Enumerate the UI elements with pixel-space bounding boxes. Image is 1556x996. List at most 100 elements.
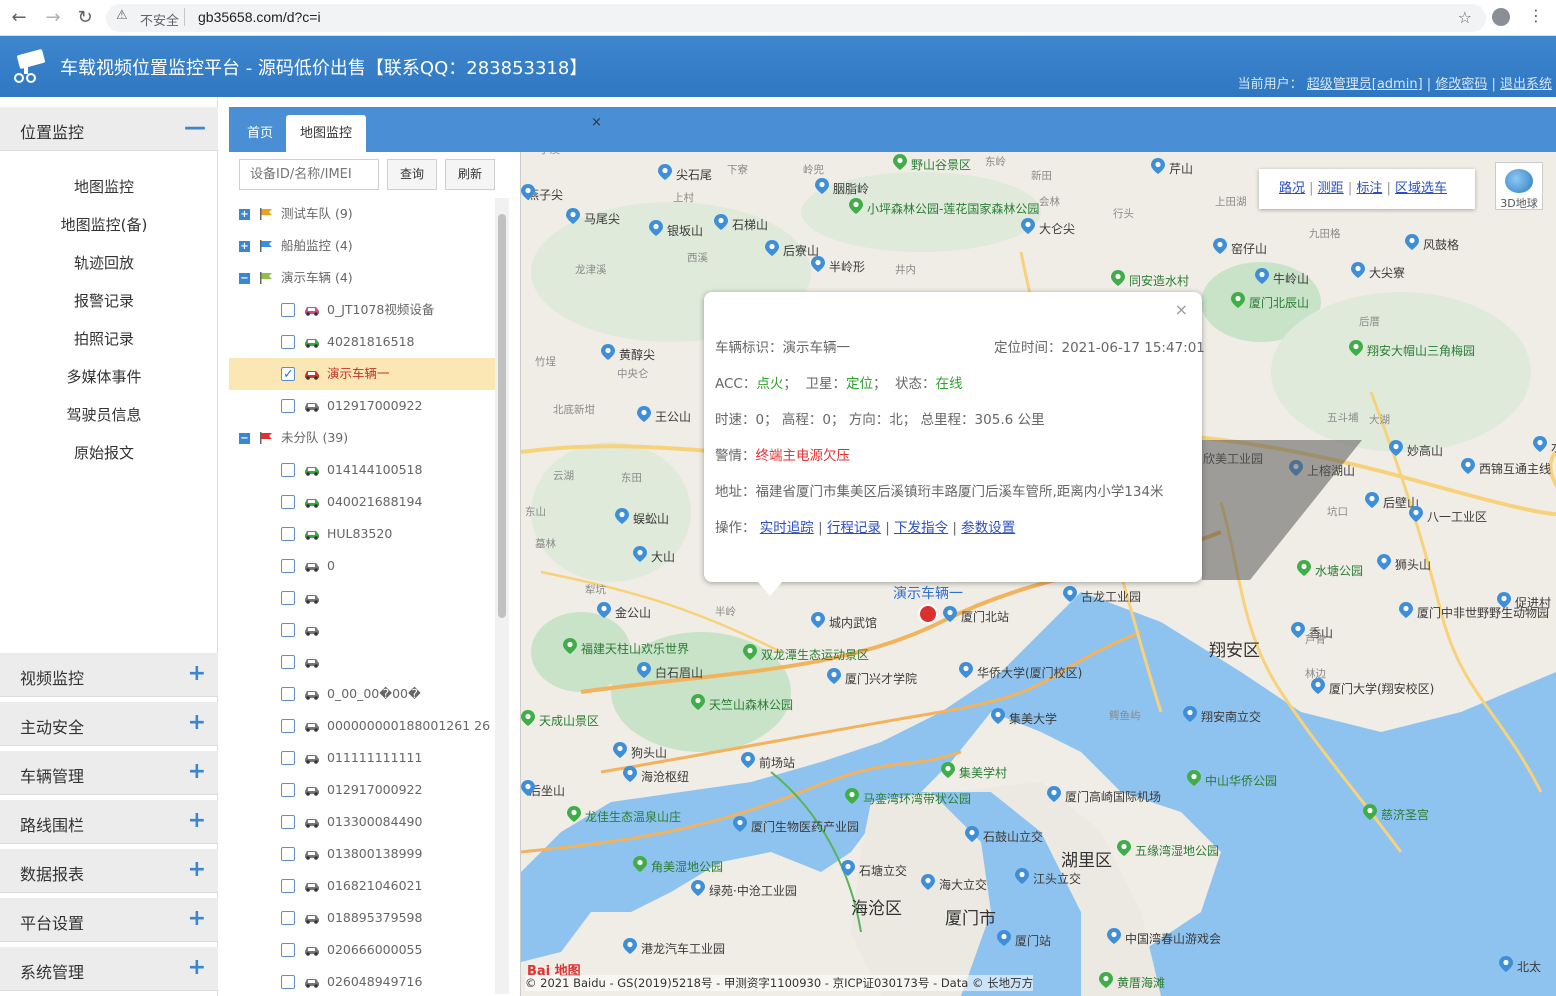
park-pin-icon[interactable] [563,638,577,654]
change-password-link[interactable]: 修改密码 [1435,77,1487,92]
tree-vehicle[interactable]: 012917000922 [229,774,495,806]
poi-pin-icon[interactable] [965,826,979,842]
expand-icon[interactable]: + [188,759,206,784]
area-select-link[interactable]: 区域选车 [1395,181,1447,196]
vehicle-checkbox[interactable] [281,783,295,797]
tree-vehicle[interactable]: 013300084490 [229,806,495,838]
warning-icon[interactable]: ⚠ [116,8,128,23]
poi-pin-icon[interactable] [765,240,779,256]
scrollbar-thumb[interactable] [498,214,506,618]
poi-pin-icon[interactable] [733,816,747,832]
forward-icon[interactable]: → [42,7,64,29]
vehicle-checkbox[interactable] [281,911,295,925]
expand-icon[interactable]: + [188,808,206,833]
poi-pin-icon[interactable] [615,508,629,524]
poi-pin-icon[interactable] [623,766,637,782]
tree-group[interactable]: − 未分队 (39) [229,422,495,454]
url-text[interactable]: gb35658.com/d?c=i [198,9,321,25]
vehicle-checkbox[interactable] [281,751,295,765]
collapse-icon[interactable]: — [184,115,206,140]
tree-vehicle[interactable] [229,614,495,646]
poi-pin-icon[interactable] [811,612,825,628]
poi-pin-icon[interactable] [991,708,1005,724]
expand-icon[interactable]: + [188,955,206,980]
tree-vehicle[interactable]: 0_JT1078视频设备 [229,294,495,326]
profile-avatar-icon[interactable] [1492,8,1510,26]
collapse-icon[interactable]: − [239,273,250,284]
park-pin-icon[interactable] [567,806,581,822]
sidebar-group[interactable]: 视频监控 + [0,653,218,697]
poi-pin-icon[interactable] [521,780,535,796]
poi-pin-icon[interactable] [827,668,841,684]
vehicle-checkbox[interactable] [281,719,295,733]
poi-pin-icon[interactable] [841,860,855,876]
vehicle-checkbox[interactable] [281,463,295,477]
tree-vehicle[interactable]: 011111111111 [229,742,495,774]
vehicle-checkbox[interactable] [281,303,295,317]
poi-pin-icon[interactable] [714,214,728,230]
poi-pin-icon[interactable] [815,178,829,194]
poi-pin-icon[interactable] [1021,218,1035,234]
poi-pin-icon[interactable] [1405,234,1419,250]
vehicle-checkbox[interactable] [281,591,295,605]
insecure-label[interactable]: 不安全 [140,10,179,29]
poi-pin-icon[interactable] [1389,440,1403,456]
sidebar-item[interactable]: 驾驶员信息 [0,396,208,434]
realtime-track-link[interactable]: 实时追踪 [760,520,814,536]
vehicle-checkbox[interactable] [281,847,295,861]
vehicle-checkbox[interactable] [281,495,295,509]
tab-map-monitor[interactable]: 地图监控 [286,115,367,152]
vehicle-marker-icon[interactable] [918,604,938,624]
sidebar-group[interactable]: 路线围栏 + [0,800,218,844]
refresh-button[interactable]: 刷新 [445,159,495,190]
poi-pin-icon[interactable] [1047,786,1061,802]
poi-pin-icon[interactable] [1377,554,1391,570]
sidebar-group[interactable]: 系统管理 + [0,947,218,991]
query-button[interactable]: 查询 [387,159,437,190]
device-search-input[interactable] [239,159,379,190]
poi-pin-icon[interactable] [613,742,627,758]
vehicle-checkbox[interactable] [281,687,295,701]
poi-pin-icon[interactable] [811,256,825,272]
poi-pin-icon[interactable] [1213,238,1227,254]
poi-pin-icon[interactable] [1291,622,1305,638]
poi-pin-icon[interactable] [1365,492,1379,508]
park-pin-icon[interactable] [1099,972,1113,988]
back-icon[interactable]: ← [8,7,30,29]
park-pin-icon[interactable] [743,644,757,660]
sidebar-group-location[interactable]: 位置监控 — [0,107,218,151]
tree-vehicle[interactable]: 演示车辆一 [229,358,495,391]
expand-icon[interactable]: + [239,241,250,252]
tab-close-icon[interactable]: × [591,115,602,130]
map-canvas[interactable]: 小溪燕子尖尖石尾下寮岭兜野山谷景区东岭芹山新田寮尾上村胭脂岭马尾尖银坂山石梯山小… [521,152,1556,996]
vehicle-checkbox[interactable] [281,815,295,829]
popup-close-icon[interactable]: × [1175,300,1188,319]
poi-pin-icon[interactable] [691,880,705,896]
poi-pin-icon[interactable] [1063,586,1077,602]
sidebar-item[interactable]: 原始报文 [0,434,208,472]
tab-home[interactable]: 首页 [233,115,287,152]
poi-pin-icon[interactable] [597,602,611,618]
sidebar-item[interactable]: 拍照记录 [0,320,208,358]
tree-group[interactable]: + 测试车队 (9) [229,198,495,230]
reload-icon[interactable]: ↻ [74,7,96,29]
poi-pin-icon[interactable] [1399,602,1413,618]
sidebar-item[interactable]: 多媒体事件 [0,358,208,396]
tree-vehicle[interactable]: HUL83520 [229,518,495,550]
poi-pin-icon[interactable] [997,930,1011,946]
poi-pin-icon[interactable] [1533,436,1547,452]
expand-icon[interactable]: + [188,710,206,735]
poi-pin-icon[interactable] [658,164,672,180]
tree-scrollbar[interactable] [495,198,509,994]
user-name-link[interactable]: 超级管理员[admin] [1307,77,1423,92]
vehicle-checkbox[interactable] [281,335,295,349]
bookmark-star-icon[interactable]: ☆ [1458,8,1472,27]
poi-pin-icon[interactable] [1409,506,1423,522]
vehicle-checkbox[interactable] [281,655,295,669]
poi-pin-icon[interactable] [1499,956,1513,972]
sidebar-group[interactable]: 车辆管理 + [0,751,218,795]
park-pin-icon[interactable] [1349,340,1363,356]
tree-vehicle[interactable]: 016821046021 [229,870,495,902]
park-pin-icon[interactable] [1187,770,1201,786]
poi-pin-icon[interactable] [921,874,935,890]
